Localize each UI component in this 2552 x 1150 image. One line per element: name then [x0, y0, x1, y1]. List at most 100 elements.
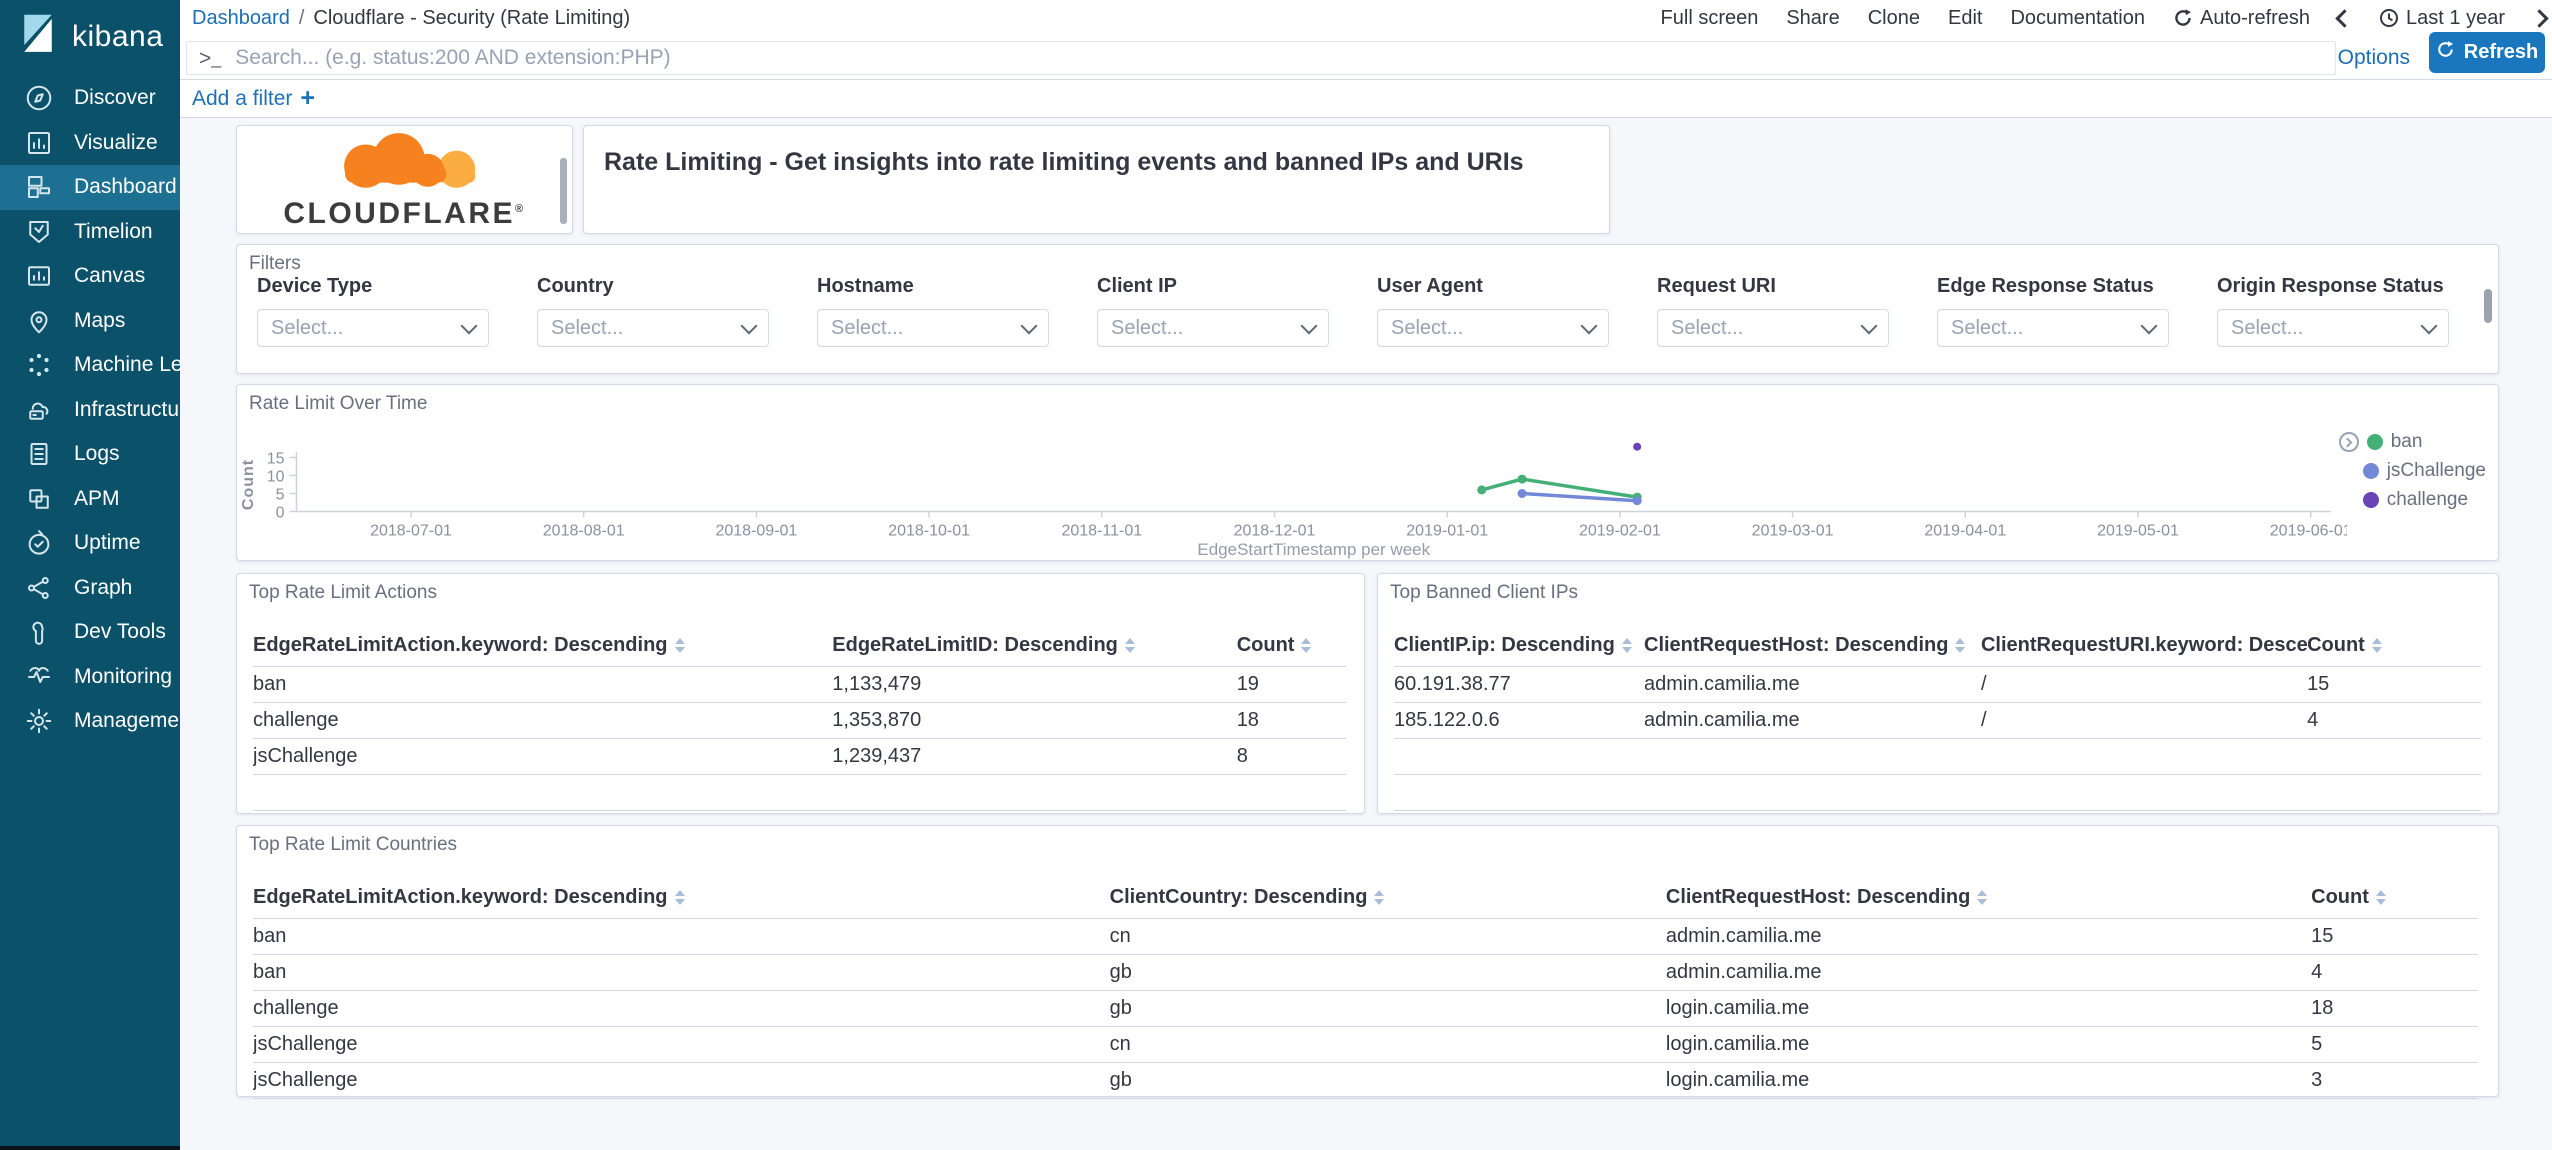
table-cell: 15 [2307, 666, 2481, 703]
table-cell: cn [1109, 1026, 1666, 1063]
column-header-clientrequesturi-keyword-descending[interactable]: ClientRequestURI.keyword: Descending [1980, 630, 2308, 667]
sidebar-item-canvas[interactable]: Canvas [0, 254, 180, 299]
cloudflare-cloud-icon [343, 133, 475, 188]
options-link[interactable]: Options [2338, 36, 2410, 80]
time-back-chevron-icon[interactable] [2335, 8, 2354, 28]
filter-label: Edge Response Status [1937, 275, 2154, 297]
column-header-count[interactable]: Count [2311, 882, 2478, 919]
rate-limit-chart: 051015 2018-07-01 2018-08-01 2018-09-01 2018… [240, 442, 2347, 559]
sidebar: kibana Discover Visualize Dashboard Timelio… [0, 0, 200, 1150]
column-header-clientrequesthost-descending[interactable]: ClientRequestHost: Descending [1644, 630, 1981, 667]
filter-select-user-agent[interactable]: Select... [1377, 309, 1609, 347]
table-cell: challenge [253, 702, 833, 739]
filter-select-edge-response-status[interactable]: Select... [1937, 309, 2169, 347]
table-cell: 185.122.0.6 [1394, 702, 1644, 739]
select-placeholder: Select... [831, 316, 904, 339]
time-forward-chevron-icon[interactable] [2530, 8, 2549, 28]
add-filter-button[interactable]: Add a filter + [192, 86, 315, 111]
filter-select-request-uri[interactable]: Select... [1657, 309, 1889, 347]
legend-item-jschallenge[interactable]: jsChallenge [2339, 460, 2486, 482]
breadcrumb: Dashboard / Cloudflare - Security (Rate … [192, 7, 630, 30]
select-placeholder: Select... [271, 316, 344, 339]
legend-label: ban [2390, 431, 2423, 452]
infrastructure-cloud-icon [24, 395, 54, 425]
sidebar-item-infrastructure[interactable]: Infrastructure [0, 388, 198, 433]
table-cell: login.camilia.me [1665, 1062, 2312, 1099]
column-header-label: Count [2307, 634, 2365, 656]
breadcrumb-link-dashboard[interactable]: Dashboard [192, 7, 290, 30]
auto-refresh-button[interactable]: Auto-refresh [2173, 7, 2310, 30]
sidebar-item-visualize[interactable]: Visualize [0, 121, 180, 166]
sidebar-item-dev-tools[interactable]: Dev Tools [0, 610, 180, 655]
menu-item-full-screen[interactable]: Full screen [1661, 7, 1759, 30]
sidebar-item-dashboard[interactable]: Dashboard [0, 165, 180, 210]
top-menu: Full screen Share Clone Edit Documentation A… [1661, 7, 2549, 30]
sidebar-item-maps[interactable]: Maps [0, 299, 180, 344]
column-header-count[interactable]: Count [2307, 630, 2481, 667]
svg-text:2018-09-01: 2018-09-01 [715, 523, 797, 540]
filter-select-origin-response-status[interactable]: Select... [2217, 309, 2449, 347]
map-pin-icon [24, 306, 54, 336]
search-input[interactable] [233, 45, 2323, 71]
column-header-label: Count [1236, 634, 1295, 656]
column-header-label: ClientRequestHost: Descending [1644, 634, 1949, 656]
sidebar-item-label: APM [74, 486, 120, 510]
panel-top-banned-client-ips: Top Banned Client IPs ClientIP.ip: Desce… [1377, 573, 2499, 814]
column-header-clientip-ip-descending[interactable]: ClientIP.ip: Descending [1394, 630, 1644, 667]
column-header-clientrequesthost-descending[interactable]: ClientRequestHost: Descending [1665, 882, 2312, 919]
sidebar-item-logs[interactable]: Logs [0, 432, 180, 477]
legend-toggle-icon[interactable] [2338, 432, 2359, 452]
select-placeholder: Select... [551, 316, 624, 339]
legend-color-dot [2366, 434, 2383, 450]
filter-label: Hostname [817, 275, 914, 297]
table-cell: ban [253, 918, 1110, 955]
compass-icon [24, 83, 54, 113]
sidebar-item-label: Logs [74, 442, 120, 466]
filter-field-edge-response-status: Edge Response Status Select... [1937, 275, 2169, 347]
legend-item-ban[interactable]: ban [2338, 431, 2486, 453]
table-row: challenge 1,353,870 18 [253, 702, 1346, 739]
select-placeholder: Select... [1671, 316, 1744, 339]
filter-select-hostname[interactable]: Select... [817, 309, 1049, 347]
sidebar-item-machine-le[interactable]: Machine Le... [0, 343, 200, 388]
sort-icon [674, 638, 685, 653]
logo-panel-scrollbar[interactable] [560, 158, 567, 224]
sidebar-item-apm[interactable]: APM [0, 477, 180, 522]
table-cell: 1,239,437 [832, 738, 1237, 775]
sidebar-item-graph[interactable]: Graph [0, 566, 180, 611]
sidebar-item-timelion[interactable]: Timelion [0, 210, 180, 255]
menu-item-edit[interactable]: Edit [1948, 7, 1982, 30]
time-range-picker[interactable]: Last 1 year [2379, 7, 2505, 30]
column-header-edgeratelimitid-descending[interactable]: EdgeRateLimitID: Descending [832, 630, 1237, 667]
filter-select-client-ip[interactable]: Select... [1097, 309, 1329, 347]
table-empty-cell [253, 774, 1346, 811]
column-header-edgeratelimitaction-keyword-descending[interactable]: EdgeRateLimitAction.keyword: Descending [253, 630, 833, 667]
filter-select-device-type[interactable]: Select... [257, 309, 489, 347]
svg-text:15: 15 [267, 451, 285, 468]
menu-item-share[interactable]: Share [1786, 7, 1839, 30]
console-prompt-icon: >_ [199, 46, 222, 70]
legend-label: challenge [2386, 489, 2469, 510]
column-header-count[interactable]: Count [1236, 630, 1346, 667]
filter-select-country[interactable]: Select... [537, 309, 769, 347]
column-header-edgeratelimitaction-keyword-descending[interactable]: EdgeRateLimitAction.keyword: Descending [253, 882, 1110, 919]
filters-panel-scrollbar[interactable] [2484, 289, 2492, 323]
query-bar: >_ Options Refresh [180, 32, 2552, 80]
sidebar-item-monitoring[interactable]: Monitoring [0, 655, 180, 700]
kibana-logo[interactable]: kibana [16, 12, 163, 61]
sidebar-item-uptime[interactable]: Uptime [0, 521, 180, 566]
menu-item-documentation[interactable]: Documentation [2010, 7, 2145, 30]
column-header-clientcountry-descending[interactable]: ClientCountry: Descending [1109, 882, 1666, 919]
refresh-button[interactable]: Refresh [2429, 32, 2545, 73]
panel-title: Top Rate Limit Countries [249, 834, 458, 855]
sidebar-item-management[interactable]: Management [0, 699, 197, 744]
table-cell: jsChallenge [253, 738, 833, 775]
svg-text:2018-11-01: 2018-11-01 [1061, 523, 1142, 540]
sidebar-item-label: Management [74, 709, 197, 733]
sidebar-item-discover[interactable]: Discover [0, 76, 180, 121]
svg-text:10: 10 [267, 469, 285, 486]
legend-item-challenge[interactable]: challenge [2339, 489, 2486, 511]
svg-text:2018-08-01: 2018-08-01 [543, 523, 625, 540]
menu-item-clone[interactable]: Clone [1868, 7, 1920, 30]
table-empty-row [1394, 774, 2481, 811]
